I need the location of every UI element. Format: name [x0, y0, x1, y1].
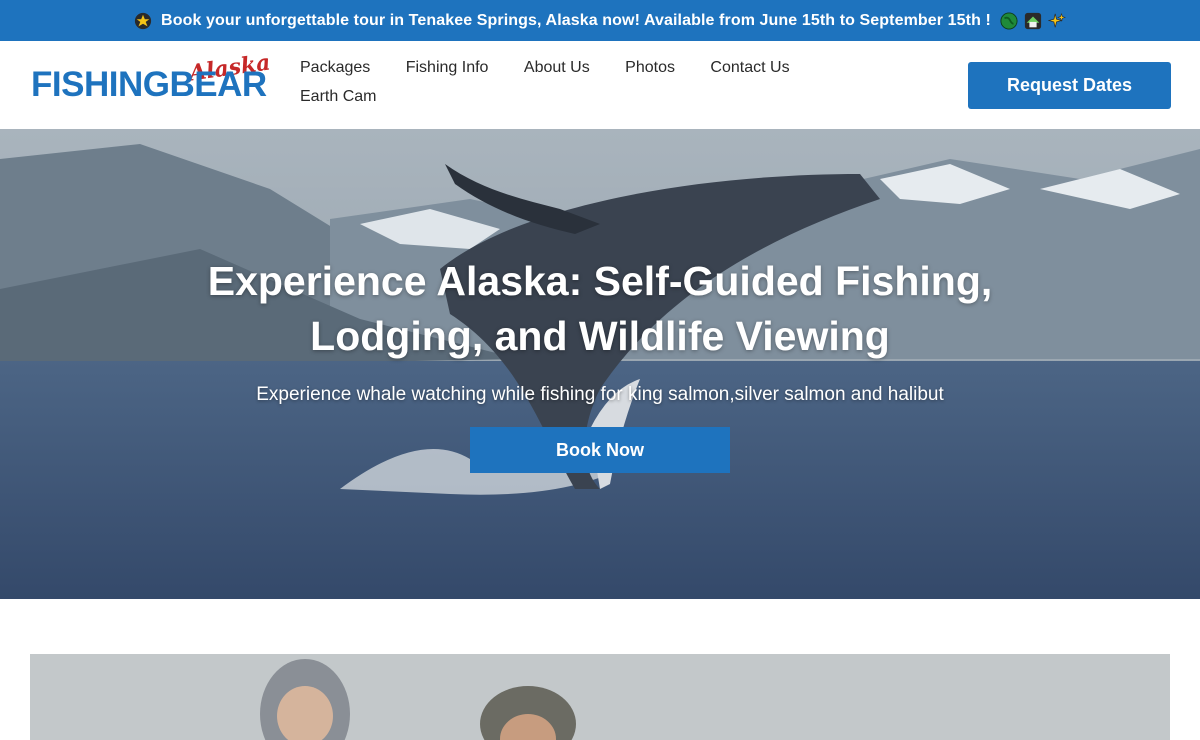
star-icon	[134, 12, 152, 29]
nav-earth-cam[interactable]: Earth Cam	[300, 82, 376, 111]
nav-contact-us[interactable]: Contact Us	[710, 53, 789, 82]
sparkles-icon	[1047, 12, 1066, 27]
hero-subtitle: Experience whale watching while fishing …	[256, 384, 944, 405]
logo-wordmark: FISHINGBEAR	[31, 65, 267, 104]
nav-about-us[interactable]: About Us	[524, 53, 590, 82]
nav-packages[interactable]: Packages	[300, 53, 370, 82]
main-nav: Packages Fishing Info About Us Photos Co…	[300, 53, 860, 111]
announcement-text: Book your unforgettable tour in Tenakee …	[161, 11, 991, 29]
globe-icon	[1000, 11, 1018, 30]
hero-background-image	[0, 129, 1200, 599]
nav-fishing-info[interactable]: Fishing Info	[406, 53, 489, 82]
request-dates-button[interactable]: Request Dates	[968, 62, 1171, 109]
house-icon	[1024, 12, 1042, 29]
nav-photos[interactable]: Photos	[625, 53, 675, 82]
hero-section: Experience Alaska: Self-Guided Fishing, …	[0, 129, 1200, 599]
book-now-button[interactable]: Book Now	[470, 427, 730, 473]
guests-photo	[30, 654, 1170, 740]
site-header: Alaska FISHINGBEAR Packages Fishing Info…	[0, 41, 1200, 129]
brand-logo[interactable]: Alaska FISHINGBEAR	[31, 49, 272, 115]
hero-title: Experience Alaska: Self-Guided Fishing, …	[207, 258, 993, 359]
announcement-bar: Book your unforgettable tour in Tenakee …	[0, 0, 1200, 41]
